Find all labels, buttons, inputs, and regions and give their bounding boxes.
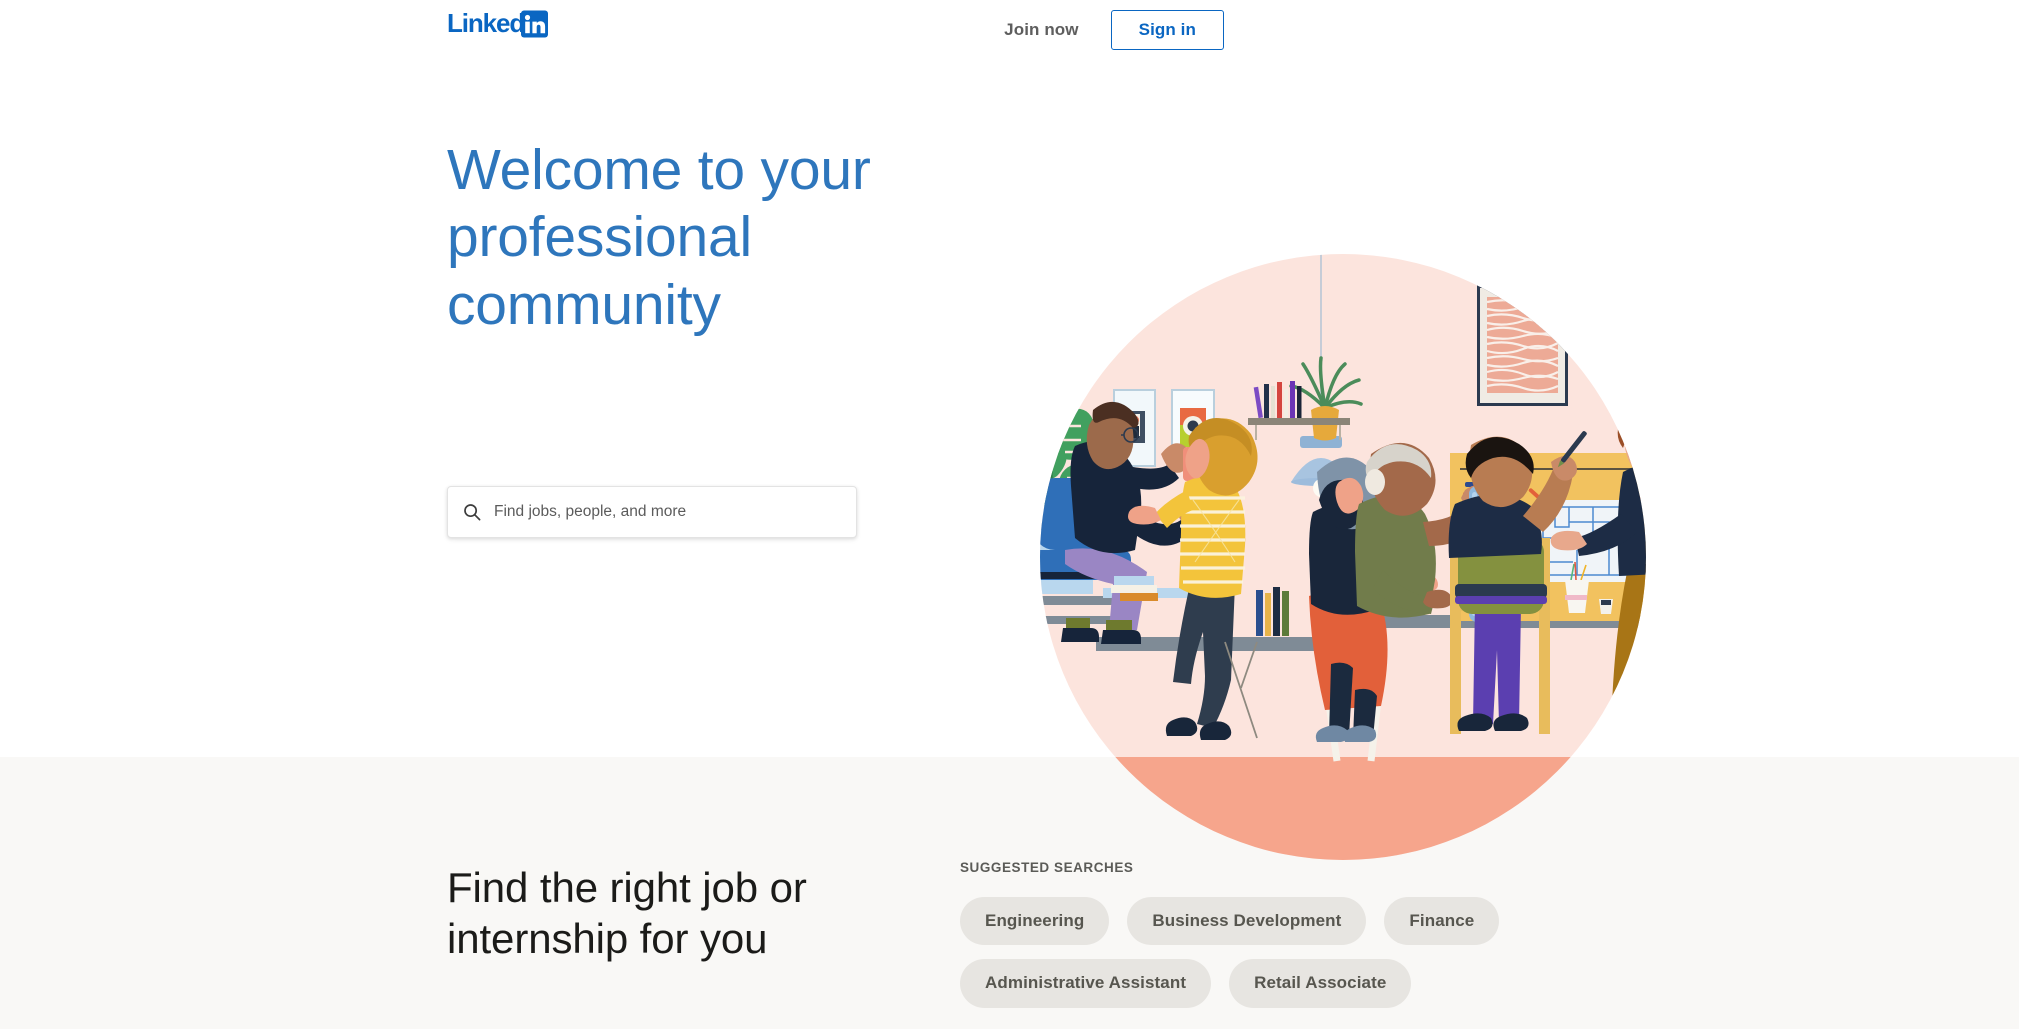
chip-finance[interactable]: Finance	[1384, 897, 1500, 946]
linkedin-homepage: Linked Join now Sign in Welcome to your …	[0, 0, 2019, 1029]
search-input[interactable]	[494, 503, 842, 521]
chip-business-development[interactable]: Business Development	[1127, 897, 1367, 946]
chip-retail-associate[interactable]: Retail Associate	[1229, 959, 1412, 1008]
linkedin-logo-icon: Linked	[447, 10, 548, 38]
suggested-searches-label: SUGGESTED SEARCHES	[960, 860, 1134, 875]
office-collaboration-illustration	[1003, 250, 1683, 870]
search-box[interactable]	[447, 486, 857, 538]
linkedin-logo[interactable]: Linked	[447, 8, 553, 40]
find-job-heading: Find the right job or internship for you	[447, 864, 807, 963]
site-header: Linked Join now Sign in	[0, 0, 2019, 56]
suggested-search-chips: Engineering Business Development Finance…	[960, 897, 1520, 1008]
join-now-button[interactable]: Join now	[986, 8, 1096, 52]
search-icon	[462, 502, 482, 522]
sign-in-button[interactable]: Sign in	[1110, 10, 1224, 50]
svg-text:Linked: Linked	[447, 10, 524, 38]
suggested-searches-section: SUGGESTED SEARCHES Engineering Business …	[960, 860, 1860, 1008]
chip-engineering[interactable]: Engineering	[960, 897, 1110, 946]
header-nav-actions: Join now Sign in	[986, 8, 1224, 52]
hero-heading: Welcome to your professional community	[447, 138, 871, 337]
chip-administrative-assistant[interactable]: Administrative Assistant	[960, 959, 1212, 1008]
